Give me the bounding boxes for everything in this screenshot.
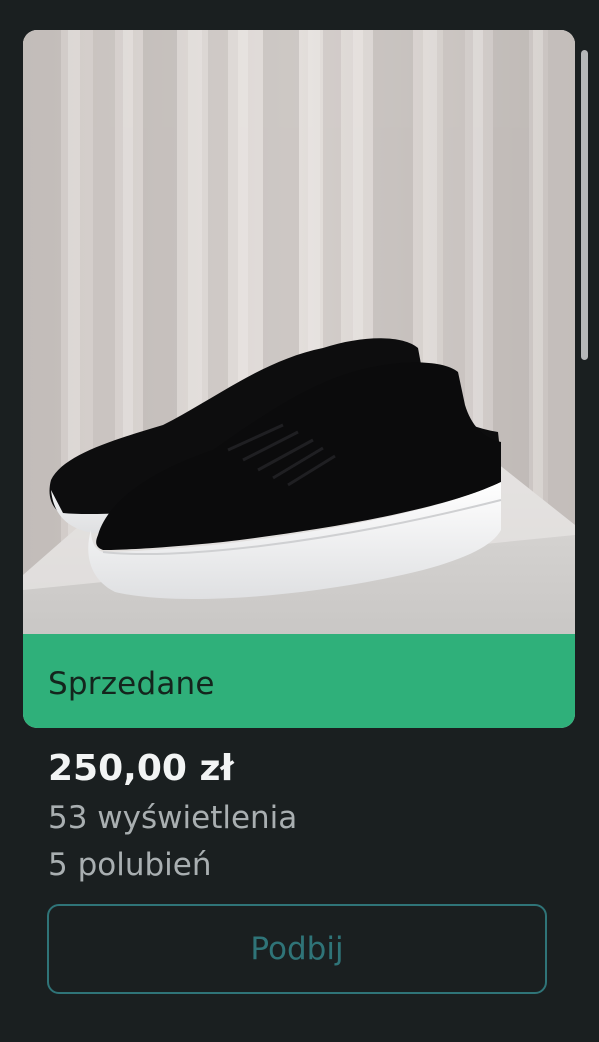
- likes-count: 5 polubień: [48, 847, 212, 883]
- views-count: 53 wyświetlenia: [48, 800, 298, 836]
- listing-page: Sprzedane 250,00 zł 53 wyświetlenia 5 po…: [0, 0, 599, 1042]
- listing-price: 250,00 zł: [48, 748, 234, 789]
- product-photo[interactable]: [23, 30, 575, 634]
- bump-button-label: Podbij: [250, 931, 344, 967]
- listing-card[interactable]: Sprzedane: [23, 30, 575, 728]
- bump-button[interactable]: Podbij: [47, 904, 547, 994]
- scrollbar[interactable]: [581, 50, 588, 360]
- status-label: Sprzedane: [48, 666, 215, 702]
- sold-status-bar: Sprzedane: [23, 634, 575, 728]
- sneaker-photo-illustration: [23, 30, 575, 634]
